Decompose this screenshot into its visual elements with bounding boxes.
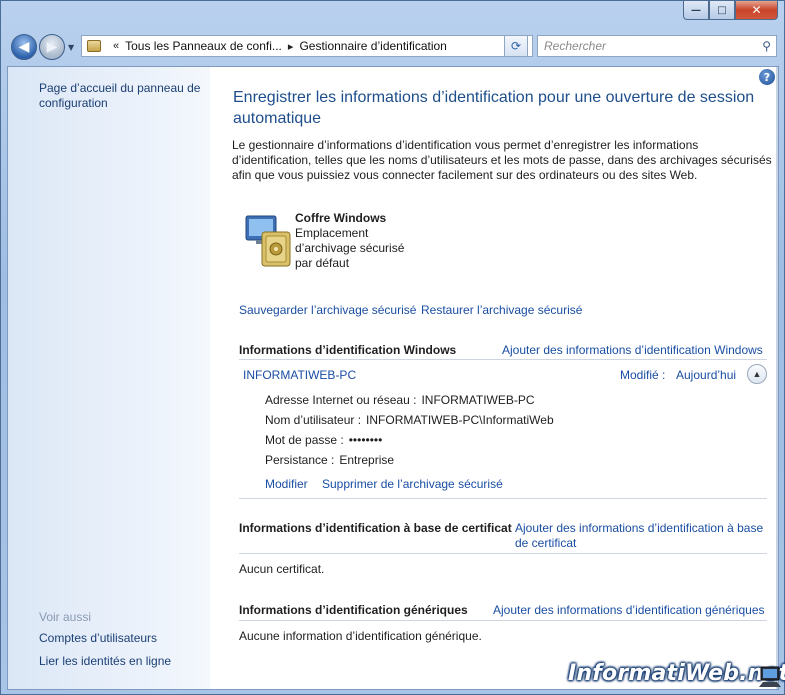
maximize-button[interactable]: □ (709, 1, 735, 20)
content-area: Page d’accueil du panneau de configurati… (7, 66, 779, 690)
collapse-button[interactable]: ▲ (747, 364, 767, 384)
add-certificate-credential-link[interactable]: Ajouter des informations d’identificatio… (515, 521, 770, 551)
breadcrumb-overflow[interactable]: « (113, 40, 119, 52)
password-label: Mot de passe : (265, 433, 344, 447)
navigation-bar: ◀ ▶ ▼ « Tous les Panneaux de confi... ▸ … (7, 29, 779, 65)
no-generic-credential-text: Aucune information d’identification géné… (239, 629, 482, 643)
modified-value[interactable]: Aujourd’hui (676, 368, 736, 382)
add-generic-credential-link[interactable]: Ajouter des informations d’identificatio… (493, 603, 765, 617)
search-input[interactable]: Rechercher ⚲ (537, 35, 777, 57)
back-button[interactable]: ◀ (11, 34, 37, 60)
sidebar-home-link[interactable]: Page d’accueil du panneau de configurati… (39, 81, 207, 111)
persistence-label: Persistance : (265, 453, 335, 467)
intro-text: Le gestionnaire d’informations d’identif… (232, 138, 772, 182)
page-title: Enregistrer les informations d’identific… (233, 89, 755, 127)
refresh-button[interactable]: ⟳ (504, 35, 528, 57)
chevron-up-icon: ▲ (752, 369, 762, 379)
recent-pages-dropdown[interactable]: ▼ (68, 43, 74, 52)
credential-entry-name[interactable]: INFORMATIWEB-PC (243, 368, 356, 382)
divider (239, 359, 767, 360)
address-bar[interactable]: « Tous les Panneaux de confi... ▸ Gestio… (81, 35, 533, 57)
username-label: Nom d’utilisateur : (265, 413, 362, 427)
divider (239, 553, 767, 554)
no-certificate-text: Aucun certificat. (239, 562, 325, 576)
remove-credential-link[interactable]: Supprimer de l’archivage sécurisé (322, 477, 503, 491)
breadcrumb-credential-manager[interactable]: Gestionnaire d’identification (299, 39, 446, 53)
password-value: •••••••• (348, 433, 383, 447)
breadcrumb-arrow-icon[interactable]: ▸ (288, 40, 294, 53)
windows-vault-icon (245, 215, 291, 267)
watermark-text: InformatiWeb.net (568, 661, 785, 686)
see-also-heading: Voir aussi (39, 610, 92, 624)
password-row: Mot de passe : •••••••• (265, 433, 382, 447)
address-label: Adresse Internet ou réseau : (265, 393, 417, 407)
windows-credentials-heading: Informations d’identification Windows (239, 343, 457, 357)
sidebar: Page d’accueil du panneau de configurati… (8, 67, 210, 689)
address-value: INFORMATIWEB-PC (421, 393, 535, 407)
persistence-value: Entreprise (339, 453, 395, 467)
close-button[interactable]: ✕ (735, 1, 778, 20)
search-placeholder: Rechercher (544, 39, 607, 53)
sidebar-link-online-ids[interactable]: Lier les identités en ligne (39, 654, 171, 669)
persistence-row: Persistance : Entreprise (265, 453, 394, 467)
username-row: Nom d’utilisateur : INFORMATIWEB-PC\Infor… (265, 413, 554, 427)
divider (239, 498, 767, 499)
window-frame: — □ ✕ ◀ ▶ ▼ « Tous les Panneaux de confi… (0, 0, 785, 695)
username-value: INFORMATIWEB-PC\InformatiWeb (366, 413, 554, 427)
control-panel-icon (87, 40, 101, 52)
vault-title: Coffre Windows (295, 211, 387, 225)
caption-buttons: — □ ✕ (683, 1, 778, 21)
breadcrumb-control-panel[interactable]: Tous les Panneaux de confi... (125, 39, 282, 53)
search-icon[interactable]: ⚲ (762, 39, 771, 53)
forward-button[interactable]: ▶ (39, 34, 65, 60)
arrow-left-icon: ◀ (18, 39, 30, 55)
vault-description: Emplacement d’archivage sécurisé par déf… (295, 226, 405, 270)
address-row: Adresse Internet ou réseau : INFORMATIWEB… (265, 393, 535, 407)
sidebar-link-user-accounts[interactable]: Comptes d’utilisateurs (39, 631, 157, 646)
backup-vault-link[interactable]: Sauvegarder l’archivage sécurisé (239, 303, 416, 317)
help-icon[interactable]: ? (759, 69, 775, 85)
generic-credentials-heading: Informations d’identification génériques (239, 603, 468, 617)
restore-vault-link[interactable]: Restaurer l’archivage sécurisé (421, 303, 582, 317)
refresh-icon: ⟳ (510, 39, 522, 53)
certificate-credentials-heading: Informations d’identification à base de … (239, 521, 512, 535)
minimize-button[interactable]: — (683, 1, 709, 20)
divider (239, 620, 767, 621)
add-windows-credential-link[interactable]: Ajouter des informations d’identificatio… (502, 343, 763, 357)
content-edge (776, 67, 778, 689)
arrow-right-icon: ▶ (46, 39, 58, 55)
main-panel: ? Enregistrer les informations d’identif… (210, 67, 778, 689)
edit-credential-link[interactable]: Modifier (265, 477, 308, 491)
modified-label[interactable]: Modifié : (620, 368, 665, 382)
watermark-logo-icon (759, 666, 781, 687)
